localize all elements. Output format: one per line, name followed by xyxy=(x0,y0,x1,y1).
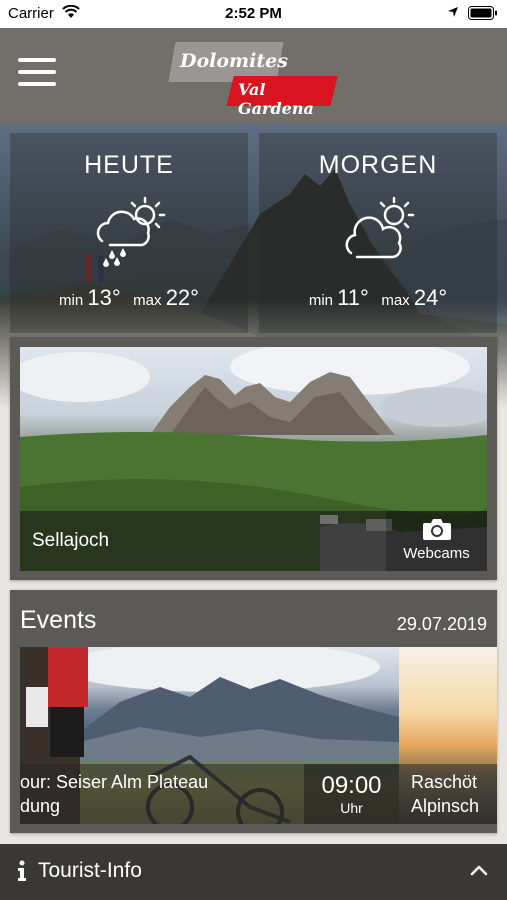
battery-icon xyxy=(468,6,497,20)
tourist-info-bar[interactable]: Tourist-Info xyxy=(0,844,507,900)
events-card: Events 29.07.2019 our: Seiser Alm Platea… xyxy=(10,590,497,833)
clock: 2:52 PM xyxy=(225,5,282,22)
events-title: Events xyxy=(20,606,97,634)
webcam-location: Sellajoch xyxy=(32,530,110,551)
dolomites-val-gardena-logo[interactable]: Dolomites Val Gardena xyxy=(166,38,346,118)
camera-icon xyxy=(423,519,451,540)
weather-day-label: MORGEN xyxy=(318,151,438,179)
webcams-label: Webcams xyxy=(403,545,470,562)
info-icon xyxy=(18,860,26,881)
app-header: Dolomites Val Gardena xyxy=(0,28,507,124)
weather-day-label: HEUTE xyxy=(84,151,174,179)
event-title-2[interactable]: Raschöt Alpinsch xyxy=(411,770,497,818)
tourist-info-label: Tourist-Info xyxy=(38,859,142,882)
min-temp: 11° xyxy=(337,285,369,310)
webcam-card[interactable]: Sellajoch Webcams xyxy=(10,337,497,580)
weather-card-today[interactable]: HEUTE min 13° max 22° xyxy=(10,133,248,333)
location-arrow-icon xyxy=(448,7,458,17)
events-date: 29.07.2019 xyxy=(396,614,487,634)
weather-card-tomorrow[interactable]: MORGEN min 11° max 24° xyxy=(259,133,497,333)
status-bar: Carrier 2:52 PM xyxy=(0,0,507,28)
max-temp: 22° xyxy=(165,285,199,310)
event-title[interactable]: our: Seiser Alm Plateau dung xyxy=(20,770,310,818)
partly-cloudy-rain-icon xyxy=(96,196,166,267)
event-time: 09:00 Uhr xyxy=(304,764,399,824)
chevron-up-icon[interactable] xyxy=(470,864,488,876)
min-temp: 13° xyxy=(87,285,121,310)
hamburger-menu-icon[interactable] xyxy=(18,56,58,88)
partly-cloudy-icon xyxy=(345,196,415,259)
max-temp: 24° xyxy=(413,285,448,310)
weather-minmax: min 13° max 22° xyxy=(59,285,199,310)
weather-minmax: min 11° max 24° xyxy=(308,285,448,310)
webcams-button[interactable]: Webcams xyxy=(386,511,487,571)
